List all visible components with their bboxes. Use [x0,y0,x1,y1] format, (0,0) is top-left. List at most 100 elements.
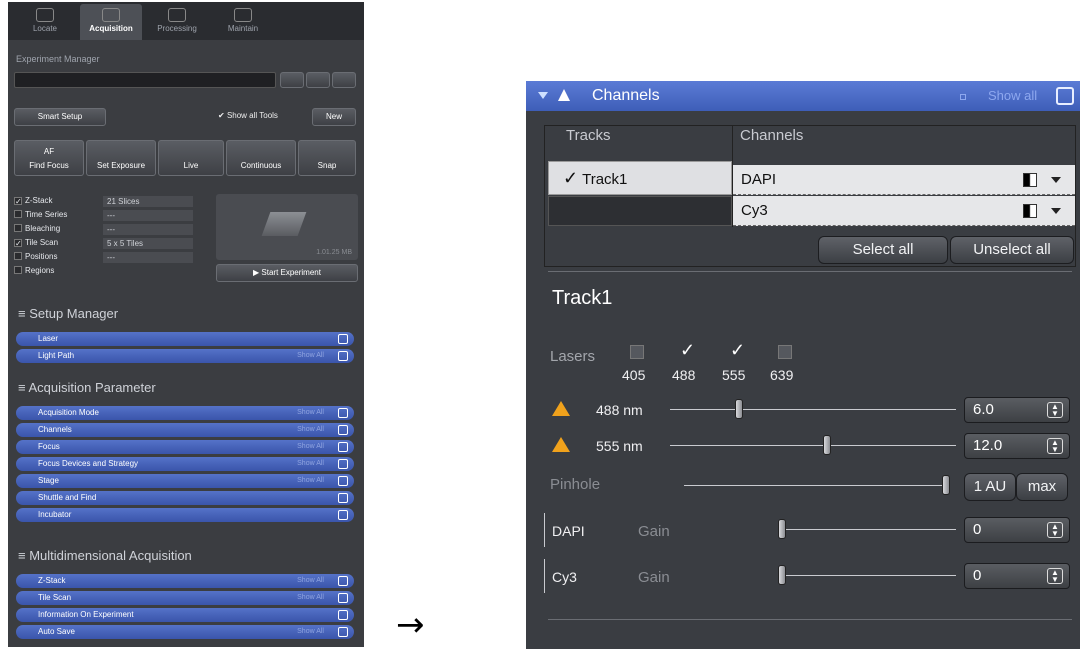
track-row[interactable]: ✓ Track1 [548,161,732,195]
gain-cy3-track[interactable] [782,575,956,576]
channels-header[interactable]: Channels Show all [526,81,1080,111]
option-positions[interactable]: Positions [14,252,57,261]
laser-639-checkbox[interactable] [778,345,792,359]
gain-dapi-track[interactable] [782,529,956,530]
tool-bar-information-on-experiment[interactable]: Information On Experiment [16,608,354,622]
show-all-tools-checkbox[interactable]: ✔ Show all Tools [218,111,278,120]
gain-cy3-input[interactable]: 0 ▲ ▼ [964,563,1070,589]
experiment-select[interactable] [14,72,276,88]
show-all-link[interactable]: Show All [297,574,324,588]
tool-bar-tile-scan[interactable]: Tile Scan Show All [16,591,354,605]
tool-bar-light-path[interactable]: Light Path Show All [16,349,354,363]
laser-488-power-track[interactable] [670,409,956,410]
tool-bar-incubator[interactable]: Incubator [16,508,354,522]
new-button[interactable]: New [312,108,356,126]
tool-bar-stage[interactable]: Stage Show All [16,474,354,488]
option-tile-scan[interactable]: ✓ Tile Scan [14,238,58,248]
group-multidimensional-acquisition[interactable]: ≡ Multidimensional Acquisition [18,548,192,563]
group-acquisition-parameter[interactable]: ≡ Acquisition Parameter [18,380,156,395]
snap-button[interactable]: Snap [298,140,356,176]
expand-icon[interactable] [338,408,348,418]
laser-488-checkbox[interactable]: ✓ [680,341,695,359]
tab-acquisition[interactable]: Acquisition [80,4,142,40]
group-setup-manager[interactable]: ≡ Setup Manager [18,306,118,321]
laser-555-checkbox[interactable]: ✓ [730,341,745,359]
show-all-link[interactable]: Show All [297,406,324,420]
expand-icon[interactable] [338,576,348,586]
chevron-down-icon[interactable] [1051,208,1061,214]
channel-row-dapi[interactable]: DAPI [733,165,1075,195]
gain-cy3-handle[interactable] [778,565,786,585]
laser-488-power-handle[interactable] [734,399,743,419]
show-all-link[interactable]: Show All [297,440,324,454]
option-z-stack[interactable]: ✓ Z-Stack [14,196,53,206]
checkbox-icon[interactable] [14,252,22,260]
pinhole-value-button[interactable]: 1 AU [964,473,1016,501]
pinhole-max-button[interactable]: max [1016,473,1068,501]
collapse-caret-icon[interactable] [538,92,548,99]
expand-icon[interactable] [338,510,348,520]
track-checkbox[interactable]: ✓ [563,168,578,188]
checkbox-icon[interactable] [14,210,22,218]
save-icon[interactable] [306,72,330,88]
laser-488-power-input[interactable]: 6.0 ▲ ▼ [964,397,1070,423]
checkbox-icon[interactable]: ✓ [14,239,22,248]
tool-bar-acquisition-mode[interactable]: Acquisition Mode Show All [16,406,354,420]
unselect-all-button[interactable]: Unselect all [950,236,1074,264]
expand-icon[interactable] [338,334,348,344]
find-focus-button[interactable]: AF Find Focus [14,140,84,176]
tool-bar-shuttle-and-find[interactable]: Shuttle and Find [16,491,354,505]
open-folder-icon[interactable] [280,72,304,88]
pinhole-track[interactable] [684,485,946,486]
tool-bar-z-stack[interactable]: Z-Stack Show All [16,574,354,588]
show-all-link[interactable]: Show All [297,457,324,471]
show-all-checkbox[interactable] [960,94,966,100]
continuous-button[interactable]: Continuous [226,140,296,176]
expand-icon[interactable] [338,442,348,452]
expand-icon[interactable] [338,593,348,603]
show-all-link[interactable]: Show All [297,591,324,605]
spinner-arrows-icon[interactable]: ▲ ▼ [1047,438,1063,454]
tab-maintain[interactable]: Maintain [212,4,274,40]
tab-processing[interactable]: Processing [146,4,208,40]
show-all-link[interactable]: Show All [297,349,324,363]
spinner-arrows-icon[interactable]: ▲ ▼ [1047,402,1063,418]
tool-bar-focus[interactable]: Focus Show All [16,440,354,454]
expand-icon[interactable] [338,493,348,503]
channel-row-cy3[interactable]: Cy3 [733,196,1075,226]
live-button[interactable]: Live [158,140,224,176]
checkbox-icon[interactable]: ✓ [14,197,22,206]
smart-setup-button[interactable]: Smart Setup [14,108,106,126]
expand-icon[interactable] [338,351,348,361]
tool-bar-laser[interactable]: Laser [16,332,354,346]
laser-405-checkbox[interactable] [630,345,644,359]
spinner-arrows-icon[interactable]: ▲ ▼ [1047,568,1063,584]
expand-icon[interactable] [338,425,348,435]
laser-555-power-input[interactable]: 12.0 ▲ ▼ [964,433,1070,459]
lut-color-icon[interactable] [1023,173,1037,187]
show-all-link[interactable]: Show All [297,423,324,437]
delete-icon[interactable] [332,72,356,88]
gain-dapi-handle[interactable] [778,519,786,539]
laser-555-power-track[interactable] [670,445,956,446]
gain-dapi-input[interactable]: 0 ▲ ▼ [964,517,1070,543]
pinhole-handle[interactable] [942,475,950,495]
expand-icon[interactable] [338,459,348,469]
laser-555-power-handle[interactable] [823,435,832,455]
show-all-link[interactable]: Show All [297,625,324,639]
tool-bar-auto-save[interactable]: Auto Save Show All [16,625,354,639]
option-bleaching[interactable]: Bleaching [14,224,60,233]
tab-locate[interactable]: Locate [14,4,76,40]
start-experiment-button[interactable]: ▶ Start Experiment [216,264,358,282]
show-all-link[interactable]: Show All [297,474,324,488]
checkbox-icon[interactable] [14,224,22,232]
tool-bar-focus-devices-and-strategy[interactable]: Focus Devices and Strategy Show All [16,457,354,471]
select-all-button[interactable]: Select all [818,236,948,264]
expand-window-icon[interactable] [1056,87,1074,105]
expand-icon[interactable] [338,610,348,620]
tool-bar-channels[interactable]: Channels Show All [16,423,354,437]
expand-icon[interactable] [338,627,348,637]
lut-color-icon[interactable] [1023,204,1037,218]
option-regions[interactable]: Regions [14,266,54,275]
chevron-down-icon[interactable] [1051,177,1061,183]
